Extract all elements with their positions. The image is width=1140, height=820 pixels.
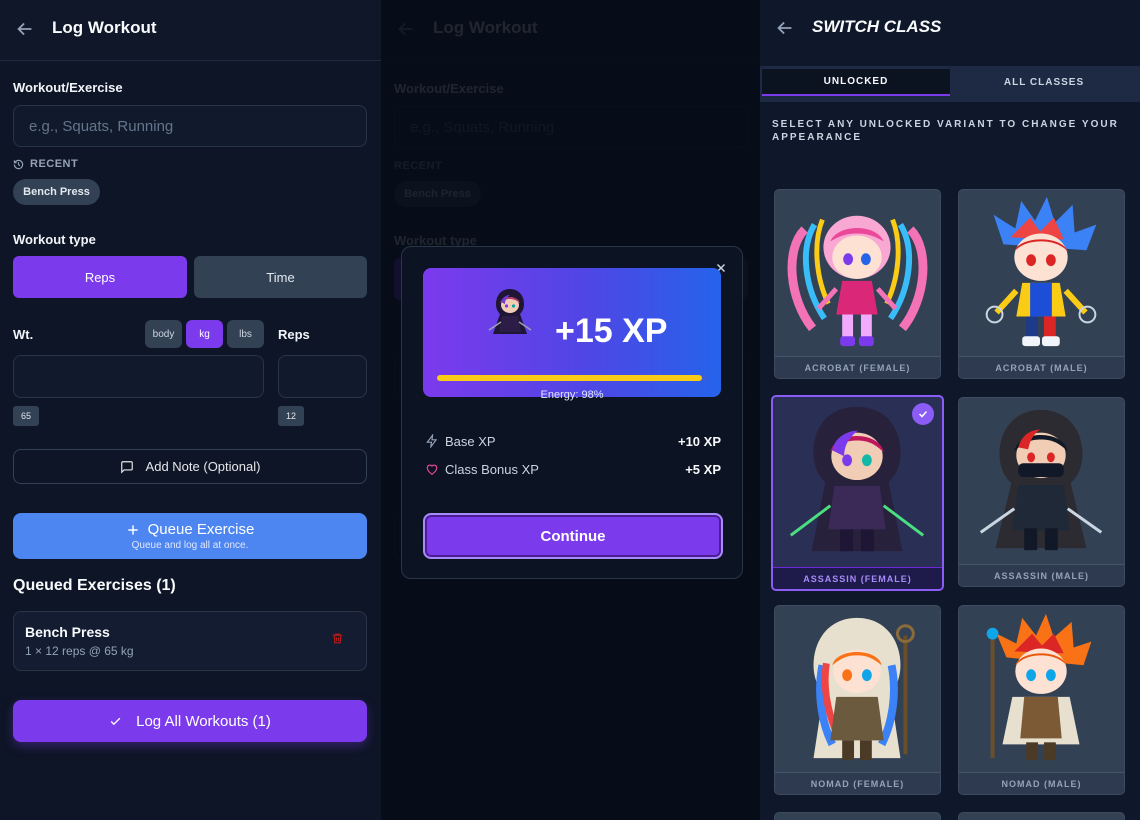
plus-icon xyxy=(127,524,138,535)
base-xp-row: Base XP +10 XP xyxy=(423,432,721,452)
exercise-placeholder: e.g., Squats, Running xyxy=(29,117,174,135)
reps-label: Reps xyxy=(278,327,310,342)
back-arrow-icon[interactable] xyxy=(14,18,36,40)
reps-hint: 12 xyxy=(278,406,304,426)
back-arrow-icon[interactable] xyxy=(774,17,796,39)
energy-bar xyxy=(437,375,707,381)
acrobat-female-avatar-icon xyxy=(787,215,928,347)
bonus-xp-row: Class Bonus XP +5 XP xyxy=(423,460,721,480)
check-icon xyxy=(110,717,121,725)
class-name: ACROBAT (FEMALE) xyxy=(775,356,940,378)
add-note-button[interactable]: Add Note (Optional) xyxy=(13,449,367,484)
energy-bar-fill xyxy=(437,375,702,381)
class-name: NOMAD (MALE) xyxy=(959,772,1124,794)
tab-all-classes[interactable]: ALL CLASSES xyxy=(950,69,1138,96)
class-card-next-right[interactable] xyxy=(958,812,1125,820)
assassin-avatar-icon xyxy=(488,289,532,334)
page-title: Log Workout xyxy=(52,18,157,37)
nomad-female-avatar-icon xyxy=(813,617,915,761)
recent-label: RECENT xyxy=(13,158,78,170)
workout-type-label: Workout type xyxy=(13,232,96,247)
xp-gain-text: +15 XP xyxy=(555,312,668,350)
unit-kg-button[interactable]: kg xyxy=(186,320,223,348)
class-card-next-left[interactable] xyxy=(774,812,941,820)
class-name: ASSASSIN (MALE) xyxy=(959,564,1124,586)
class-tabs: UNLOCKED ALL CLASSES xyxy=(760,66,1140,102)
class-name: ASSASSIN (FEMALE) xyxy=(773,567,942,589)
queued-item-detail: 1 × 12 reps @ 65 kg xyxy=(25,644,134,658)
class-card-nomad-female[interactable]: NOMAD (FEMALE) xyxy=(774,605,941,795)
bonus-xp-label: Class Bonus XP xyxy=(445,462,539,477)
type-reps-button[interactable]: Reps xyxy=(13,256,187,298)
queued-item-title: Bench Press xyxy=(25,624,110,640)
class-card-assassin-female[interactable]: ASSASSIN (FEMALE) xyxy=(771,395,944,591)
nomad-male-avatar-icon xyxy=(986,613,1092,761)
xp-modal: +15 XP Energy: 98% Base XP +10 XP Class … xyxy=(401,246,743,579)
tab-unlocked[interactable]: UNLOCKED xyxy=(762,69,950,96)
weight-label: Wt. xyxy=(13,327,34,342)
log-all-workouts-button[interactable]: Log All Workouts (1) xyxy=(13,700,367,742)
queue-exercise-button[interactable]: Queue Exercise Queue and log all at once… xyxy=(13,513,367,559)
reps-input[interactable] xyxy=(278,355,367,398)
queue-subtitle: Queue and log all at once. xyxy=(131,540,249,551)
exercise-input[interactable]: e.g., Squats, Running xyxy=(13,105,367,147)
class-name: ACROBAT (MALE) xyxy=(959,356,1124,378)
xp-reward-panel: Log Workout Workout/Exercise e.g., Squat… xyxy=(381,0,760,820)
xp-banner: +15 XP Energy: 98% xyxy=(423,268,721,401)
exercise-label: Workout/Exercise xyxy=(13,80,123,95)
energy-text: Energy: 98% xyxy=(540,389,604,401)
class-card-acrobat-male[interactable]: ACROBAT (MALE) xyxy=(958,189,1125,379)
switch-hint: SELECT ANY UNLOCKED VARIANT TO CHANGE YO… xyxy=(772,119,1119,143)
assassin-male-avatar-icon xyxy=(979,409,1103,551)
switch-class-panel: SWITCH CLASS UNLOCKED ALL CLASSES SELECT… xyxy=(760,0,1140,820)
bonus-xp-value: +5 XP xyxy=(685,462,721,477)
acrobat-male-avatar-icon xyxy=(985,196,1097,347)
trash-icon[interactable] xyxy=(331,631,344,646)
base-xp-label: Base XP xyxy=(445,434,496,449)
heart-icon xyxy=(426,464,438,475)
lightning-icon xyxy=(426,434,438,448)
class-card-assassin-male[interactable]: ASSASSIN (MALE) xyxy=(958,397,1125,587)
switch-header: SWITCH CLASS xyxy=(760,0,1140,58)
continue-button[interactable]: Continue xyxy=(423,513,723,559)
header: Log Workout xyxy=(0,0,381,61)
unit-body-button[interactable]: body xyxy=(145,320,182,348)
class-card-acrobat-female[interactable]: ACROBAT (FEMALE) xyxy=(774,189,941,379)
unit-lbs-button[interactable]: lbs xyxy=(227,320,264,348)
comment-icon xyxy=(120,460,133,474)
queued-heading: Queued Exercises (1) xyxy=(13,577,176,594)
recent-chip-bench-press[interactable]: Bench Press xyxy=(13,179,100,205)
switch-title: SWITCH CLASS xyxy=(812,17,942,36)
weight-input[interactable] xyxy=(13,355,264,398)
weight-hint: 65 xyxy=(13,406,39,426)
queued-item: Bench Press 1 × 12 reps @ 65 kg xyxy=(13,611,367,671)
log-workout-panel: Log Workout Workout/Exercise e.g., Squat… xyxy=(0,0,381,820)
history-icon xyxy=(13,159,24,169)
base-xp-value: +10 XP xyxy=(677,434,721,449)
class-card-nomad-male[interactable]: NOMAD (MALE) xyxy=(958,605,1125,795)
class-name: NOMAD (FEMALE) xyxy=(775,772,940,794)
selected-check-icon xyxy=(912,403,934,425)
type-time-button[interactable]: Time xyxy=(194,256,367,298)
